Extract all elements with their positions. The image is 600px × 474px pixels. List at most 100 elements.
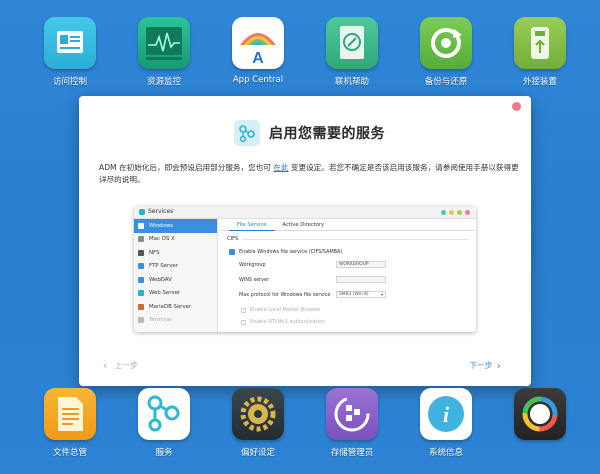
app-label: 访问控制: [52, 77, 87, 87]
enable-cifs-label: Enable Windows file service (CIFS/SAMBA): [239, 249, 343, 255]
activity-monitor-icon: [514, 388, 566, 440]
web-server-icon: [138, 290, 144, 297]
section-heading: CIFS: [227, 236, 239, 242]
workgroup-label: Workgroup: [239, 262, 266, 268]
chevron-down-icon: ▾: [380, 292, 383, 297]
sidebar-item-ftp[interactable]: FTP Server: [134, 260, 217, 274]
app-label: 服务: [155, 448, 173, 458]
ntlm-row: Enable NTLMv1 authentication: [241, 319, 325, 325]
next-label: 下一步: [469, 361, 493, 370]
enable-cifs-checkbox[interactable]: [229, 249, 235, 255]
app-access-control[interactable]: 访问控制: [30, 17, 110, 87]
file-explorer-icon: [44, 388, 96, 440]
dialog-header: 启用您需要的服务: [234, 120, 385, 146]
prev-button[interactable]: ‹ 上一步: [103, 360, 138, 371]
window-titlebar: Services: [134, 206, 476, 219]
webdav-icon: [138, 276, 144, 283]
app-label: 联机帮助: [334, 77, 369, 87]
apple-icon: [138, 236, 144, 243]
sidebar-item-webdav[interactable]: WebDAV: [134, 273, 217, 287]
sidebar-item-label: WebDAV: [149, 276, 172, 283]
backup-restore-icon: [420, 17, 472, 69]
protocol-select[interactable]: SMB3 (Win 8) ▾: [336, 291, 386, 298]
sidebar-item-label: Mac OS X: [149, 236, 175, 243]
ntlm-checkbox[interactable]: [241, 319, 246, 325]
mariadb-icon: [138, 303, 144, 310]
desc-text: ADM 在初始化后，即会预设启用部分服务，您也可: [99, 163, 274, 172]
sidebar-item-label: Web Server: [149, 290, 181, 297]
sidebar-item-mac[interactable]: Mac OS X: [134, 233, 217, 247]
window-dot: [449, 210, 454, 215]
services-preview-window: Services Windows Mac OS X NFS FTP Server…: [134, 206, 476, 332]
dialog-description: ADM 在初始化后，即会预设启用部分服务，您也可 在此 变更设定。若您不确定是否…: [99, 162, 519, 186]
app-label: 存储管理员: [330, 448, 374, 458]
sidebar-item-label: FTP Server: [149, 263, 178, 270]
app-file-explorer[interactable]: 文件总管: [30, 388, 110, 458]
chevron-right-icon: ›: [496, 358, 501, 372]
services-small-icon: [139, 209, 145, 215]
nfs-icon: [138, 249, 144, 256]
app-label: 系统信息: [428, 448, 463, 458]
prev-label: 上一步: [114, 361, 138, 370]
section-divider: [242, 239, 468, 240]
close-button[interactable]: [512, 102, 521, 111]
svg-text:A: A: [252, 50, 264, 67]
app-label: 备份与还原: [424, 77, 468, 87]
app-activity-monitor[interactable]: [500, 388, 580, 446]
sidebar-item-terminal[interactable]: Terminal: [134, 314, 217, 328]
access-control-icon: [44, 17, 96, 69]
external-device-icon: [514, 17, 566, 69]
local-master-checkbox[interactable]: [241, 307, 246, 313]
wins-input[interactable]: [336, 276, 386, 283]
sidebar-item-webserver[interactable]: Web Server: [134, 287, 217, 301]
wins-label: WINS server: [239, 277, 270, 283]
local-master-label: Enable Local Master Browser: [250, 307, 321, 313]
app-services[interactable]: 服务: [124, 388, 204, 458]
system-info-icon: i: [420, 388, 472, 440]
app-system-info[interactable]: i 系统信息: [406, 388, 486, 458]
app-label: 资源监控: [146, 77, 181, 87]
sidebar-item-label: Terminal: [149, 317, 172, 324]
sidebar-item-label: NFS: [149, 249, 160, 256]
app-external-device[interactable]: 外接装置: [500, 17, 580, 87]
services-sidebar: Windows Mac OS X NFS FTP Server WebDAV W…: [134, 219, 218, 332]
sidebar-item-mariadb[interactable]: MariaDB Server: [134, 300, 217, 314]
app-preferences[interactable]: 偏好设定: [218, 388, 298, 458]
sidebar-item-label: MariaDB Server: [149, 303, 192, 310]
app-label: App Central: [232, 75, 284, 85]
workgroup-input[interactable]: WORKGROUP: [336, 261, 386, 268]
svg-text:i: i: [443, 402, 450, 427]
services-logo-icon: [234, 120, 260, 146]
preferences-icon: [232, 388, 284, 440]
tab-active-directory[interactable]: Active Directory: [275, 219, 333, 231]
storage-manager-icon: [326, 388, 378, 440]
tab-file-service[interactable]: File Service: [229, 219, 275, 231]
sidebar-item-nfs[interactable]: NFS: [134, 246, 217, 260]
enable-cifs-row: Enable Windows file service (CIFS/SAMBA): [229, 249, 342, 255]
sidebar-item-windows[interactable]: Windows: [134, 219, 217, 233]
app-online-help[interactable]: 联机帮助: [312, 17, 392, 87]
protocol-label: Max protocol for Windows file service: [239, 292, 331, 298]
chevron-left-icon: ‹: [103, 358, 108, 372]
app-backup-restore[interactable]: 备份与还原: [406, 17, 486, 87]
app-central-icon: A: [232, 17, 284, 69]
settings-link[interactable]: 在此: [273, 163, 288, 172]
tab-bar: File Service Active Directory: [219, 219, 476, 231]
app-label: 文件总管: [52, 448, 87, 458]
ftp-icon: [138, 263, 144, 270]
online-help-icon: [326, 17, 378, 69]
app-label: 外接装置: [522, 77, 557, 87]
app-resource-monitor[interactable]: 资源监控: [124, 17, 204, 87]
next-button[interactable]: 下一步 ›: [469, 360, 501, 371]
ntlm-label: Enable NTLMv1 authentication: [250, 319, 325, 325]
windows-icon: [138, 222, 144, 229]
resource-monitor-icon: [138, 17, 190, 69]
app-label: 偏好设定: [240, 448, 275, 458]
dialog-title: 启用您需要的服务: [269, 126, 385, 142]
protocol-value: SMB3 (Win 8): [339, 292, 369, 297]
window-dot: [457, 210, 462, 215]
window-title: Services: [148, 208, 174, 215]
services-icon: [138, 388, 190, 440]
app-app-central[interactable]: A App Central: [218, 17, 298, 85]
app-storage-manager[interactable]: 存储管理员: [312, 388, 392, 458]
